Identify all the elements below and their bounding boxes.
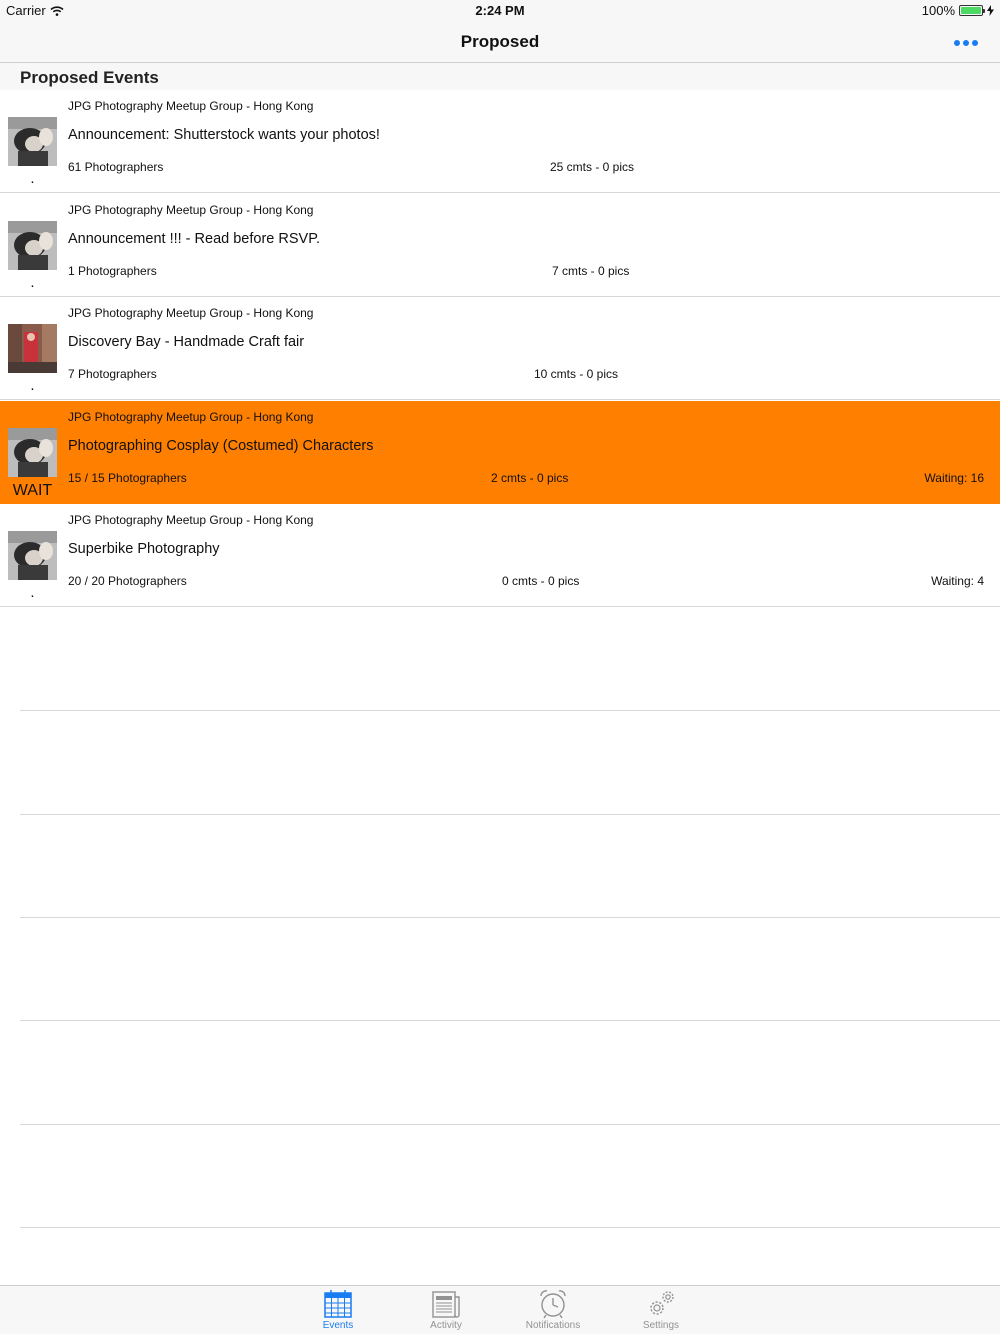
event-counts: 2 cmts - 0 pics [491,471,569,485]
tab-settings[interactable]: Settings [611,1286,711,1334]
clock: 2:24 PM [475,3,525,18]
page-title: Proposed [460,32,540,51]
section-header: Proposed Events [0,63,1000,90]
battery-icon [959,5,985,16]
event-thumbnail [8,428,57,477]
navigation-bar: Proposed [0,22,1000,63]
event-rsvp: 15 / 15 Photographers [68,471,187,485]
empty-row-separator [20,1020,1000,1021]
event-thumbnail [8,531,57,580]
battery-percent: 100% [921,3,955,18]
alarm-clock-icon [540,1290,566,1319]
empty-row-separator [20,917,1000,918]
portrait-photo-icon [8,117,57,166]
event-status: . [30,584,35,601]
section-title: Proposed Events [20,68,159,87]
event-title: Discovery Bay - Handmade Craft fair [68,334,305,350]
event-rsvp: 7 Photographers [68,367,157,381]
event-title: Superbike Photography [68,541,220,557]
tab-activity[interactable]: Activity [396,1286,496,1334]
tab-events-label: Events [322,1320,354,1331]
event-row[interactable]: WAIT JPG Photography Meetup Group - Hong… [0,401,1000,504]
tab-notifications[interactable]: Notifications [503,1286,603,1334]
tab-settings-label: Settings [642,1320,680,1331]
portrait-photo-icon [8,531,57,580]
event-waiting: Waiting: 16 [924,471,984,485]
empty-row-separator [20,1227,1000,1228]
event-row[interactable]: . JPG Photography Meetup Group - Hong Ko… [0,90,1000,193]
battery-indicator: 100% [922,3,994,18]
event-group: JPG Photography Meetup Group - Hong Kong [68,99,314,113]
more-dots-icon [954,40,960,46]
portrait-photo-icon [8,428,57,477]
more-dot [972,40,978,46]
event-thumbnail [8,221,57,270]
status-bar: Carrier 2:24 PM 100% [0,0,1000,22]
event-status: WAIT [12,482,53,499]
more-button[interactable] [954,36,978,50]
event-title: Announcement: Shutterstock wants your ph… [68,127,380,143]
charging-bolt-icon [987,5,994,16]
tab-activity-label: Activity [430,1320,462,1331]
event-status: . [30,274,35,291]
more-dot [963,40,969,46]
event-rsvp: 1 Photographers [68,264,157,278]
event-counts: 7 cmts - 0 pics [552,264,630,278]
newspaper-icon [432,1291,460,1318]
craft-fair-photo-icon [8,324,57,373]
empty-row-separator [20,814,1000,815]
event-thumbnail [8,324,57,373]
gears-icon [650,1291,674,1315]
event-waiting: Waiting: 4 [931,574,984,588]
portrait-photo-icon [8,221,57,270]
event-status: . [30,170,35,187]
tab-notifications-label: Notifications [525,1320,581,1331]
event-row[interactable]: . JPG Photography Meetup Group - Hong Ko… [0,504,1000,607]
event-group: JPG Photography Meetup Group - Hong Kong [68,203,314,217]
calendar-icon [324,1290,352,1318]
tab-events[interactable]: Events [288,1286,388,1334]
event-row[interactable]: . JPG Photography Meetup Group - Hong Ko… [0,194,1000,297]
event-title: Photographing Cosplay (Costumed) Charact… [68,438,374,454]
event-group: JPG Photography Meetup Group - Hong Kong [68,306,314,320]
event-group: JPG Photography Meetup Group - Hong Kong [68,410,314,424]
tab-bar: Events Activity Notifications Settings [0,1285,1000,1334]
event-status: . [30,377,35,394]
event-counts: 25 cmts - 0 pics [550,160,635,174]
empty-row-separator [20,1124,1000,1125]
event-row[interactable]: . JPG Photography Meetup Group - Hong Ko… [0,297,1000,400]
empty-row-separator [20,710,1000,711]
event-group: JPG Photography Meetup Group - Hong Kong [68,513,314,527]
event-title: Announcement !!! - Read before RSVP. [68,231,321,247]
event-rsvp: 20 / 20 Photographers [68,574,187,588]
event-counts: 0 cmts - 0 pics [502,574,580,588]
event-counts: 10 cmts - 0 pics [534,367,619,381]
event-thumbnail [8,117,57,166]
event-rsvp: 61 Photographers [68,160,164,174]
